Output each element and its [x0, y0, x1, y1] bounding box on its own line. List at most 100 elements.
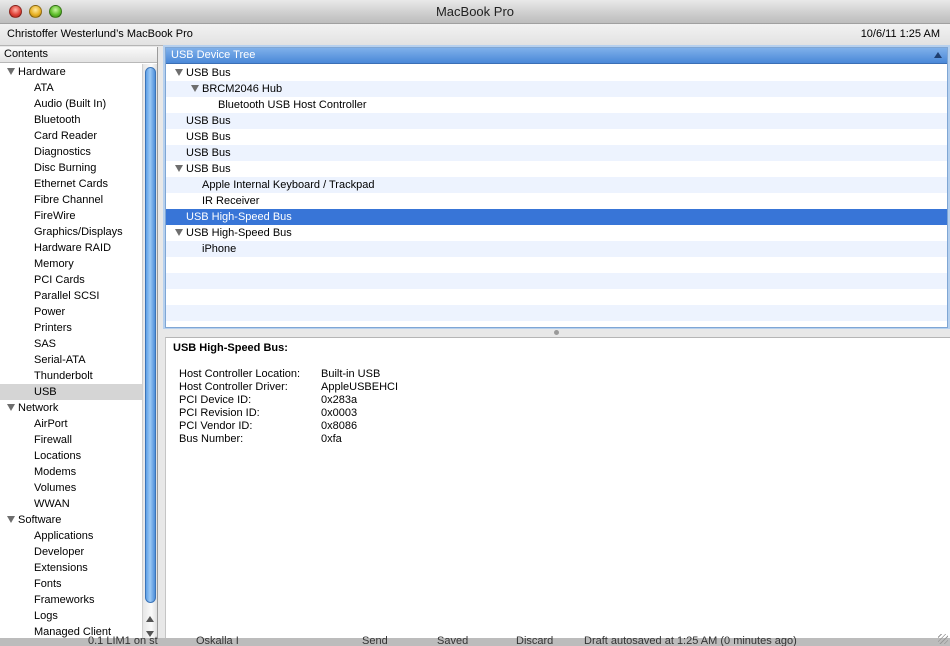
- sidebar-item[interactable]: USB: [0, 384, 142, 400]
- sidebar-category[interactable]: Network: [0, 400, 142, 416]
- tree-row-label: BRCM2046 Hub: [202, 83, 283, 95]
- sidebar-item[interactable]: Logs: [0, 608, 142, 624]
- window-title: MacBook Pro: [435, 4, 515, 19]
- tree-row[interactable]: Bluetooth USB Host Controller: [166, 97, 947, 113]
- sidebar-item[interactable]: Ethernet Cards: [0, 176, 142, 192]
- sidebar-item-label: Firewall: [34, 434, 72, 446]
- tree-row[interactable]: USB Bus: [166, 113, 947, 129]
- tree-row[interactable]: USB Bus: [166, 129, 947, 145]
- detail-property: Host Controller Location: Built-in USB: [179, 368, 380, 380]
- splitter-handle-icon[interactable]: [554, 330, 559, 335]
- tree-row-label: Bluetooth USB Host Controller: [218, 99, 367, 111]
- sidebar-category[interactable]: Software: [0, 512, 142, 528]
- sidebar-item[interactable]: Bluetooth: [0, 112, 142, 128]
- disclosure-triangle-icon[interactable]: [175, 165, 183, 172]
- sidebar-item-label: Memory: [34, 258, 74, 270]
- sidebar-item-label: Card Reader: [34, 130, 97, 142]
- contents-list: Hardware ATA Audio (Built In) Bluetooth Card…: [0, 64, 142, 640]
- sidebar-item[interactable]: Hardware RAID: [0, 240, 142, 256]
- contents-header[interactable]: Contents: [0, 47, 157, 63]
- tree-row-label: USB Bus: [186, 147, 231, 159]
- sidebar-item[interactable]: Fonts: [0, 576, 142, 592]
- sidebar-item[interactable]: Memory: [0, 256, 142, 272]
- sidebar-item[interactable]: Parallel SCSI: [0, 288, 142, 304]
- sidebar-item[interactable]: Extensions: [0, 560, 142, 576]
- sidebar-item[interactable]: PCI Cards: [0, 272, 142, 288]
- detail-pane: USB High-Speed Bus: Host Controller Loca…: [165, 337, 950, 646]
- sidebar-item[interactable]: SAS: [0, 336, 142, 352]
- property-value: 0x0003: [321, 407, 358, 419]
- tree-row-empty: [166, 289, 947, 305]
- sidebar-item[interactable]: ATA: [0, 80, 142, 96]
- sidebar-item[interactable]: WWAN: [0, 496, 142, 512]
- sidebar-item[interactable]: Printers: [0, 320, 142, 336]
- sidebar-item-label: Power: [34, 306, 66, 318]
- tree-row[interactable]: Apple Internal Keyboard / Trackpad: [166, 177, 947, 193]
- sidebar-item-label: Developer: [34, 546, 85, 558]
- sidebar-item[interactable]: Thunderbolt: [0, 368, 142, 384]
- background-send-button: Send: [362, 635, 388, 646]
- sidebar-item[interactable]: Power: [0, 304, 142, 320]
- tree-column-header[interactable]: USB Device Tree: [166, 48, 947, 64]
- disclosure-triangle-icon[interactable]: [175, 229, 183, 236]
- sidebar-item-label: Hardware: [18, 66, 66, 78]
- sidebar-item-label: Audio (Built In): [34, 98, 107, 110]
- sidebar-item[interactable]: Serial-ATA: [0, 352, 142, 368]
- sidebar-item-label: PCI Cards: [34, 274, 85, 286]
- sidebar-item[interactable]: Locations: [0, 448, 142, 464]
- scroll-up-arrow-icon[interactable]: [146, 616, 154, 622]
- sidebar-item-label: Applications: [34, 530, 94, 542]
- detail-property: Host Controller Driver: AppleUSBEHCI: [179, 381, 398, 393]
- sidebar-scroll-thumb[interactable]: [145, 67, 156, 603]
- sidebar-scrollbar[interactable]: [142, 64, 157, 646]
- info-header: Christoffer Westerlund’s MacBook Pro 10/…: [0, 24, 950, 46]
- title-bar[interactable]: MacBook Pro: [0, 0, 950, 24]
- disclosure-triangle-icon[interactable]: [7, 516, 15, 523]
- tree-row[interactable]: USB High-Speed Bus: [166, 209, 947, 225]
- sidebar-item[interactable]: Applications: [0, 528, 142, 544]
- sidebar-item[interactable]: Card Reader: [0, 128, 142, 144]
- sidebar-item[interactable]: Developer: [0, 544, 142, 560]
- tree-row[interactable]: USB Bus: [166, 65, 947, 81]
- tree-row[interactable]: iPhone: [166, 241, 947, 257]
- sidebar-item[interactable]: Firewall: [0, 432, 142, 448]
- sidebar-category[interactable]: Hardware: [0, 64, 142, 80]
- sidebar-item[interactable]: Graphics/Displays: [0, 224, 142, 240]
- tree-row-label: USB Bus: [186, 163, 231, 175]
- sidebar-item[interactable]: Disc Burning: [0, 160, 142, 176]
- tree-row[interactable]: USB High-Speed Bus: [166, 225, 947, 241]
- property-key: PCI Vendor ID:: [179, 420, 253, 432]
- sidebar-item[interactable]: Frameworks: [0, 592, 142, 608]
- property-key: PCI Revision ID:: [179, 407, 260, 419]
- disclosure-triangle-icon[interactable]: [175, 69, 183, 76]
- sidebar-item-label: Thunderbolt: [34, 370, 93, 382]
- tree-row[interactable]: IR Receiver: [166, 193, 947, 209]
- disclosure-triangle-icon[interactable]: [7, 404, 15, 411]
- sidebar-item-label: Hardware RAID: [34, 242, 112, 254]
- sidebar-item-label: FireWire: [34, 210, 76, 222]
- sidebar-item-label: USB: [34, 386, 57, 398]
- disclosure-triangle-icon[interactable]: [191, 85, 199, 92]
- detail-property: Bus Number: 0xfa: [179, 433, 342, 445]
- pane-splitter[interactable]: [160, 329, 950, 337]
- sidebar-item[interactable]: Fibre Channel: [0, 192, 142, 208]
- tree-row-label: iPhone: [202, 243, 237, 255]
- resize-grip-icon[interactable]: [938, 634, 948, 644]
- sidebar-item[interactable]: AirPort: [0, 416, 142, 432]
- tree-row[interactable]: BRCM2046 Hub: [166, 81, 947, 97]
- tree-row[interactable]: USB Bus: [166, 161, 947, 177]
- sort-ascending-icon: [934, 52, 942, 58]
- tree-row-label: USB High-Speed Bus: [186, 211, 292, 223]
- sidebar-item[interactable]: Audio (Built In): [0, 96, 142, 112]
- property-key: PCI Device ID:: [179, 394, 252, 406]
- sidebar-item[interactable]: Diagnostics: [0, 144, 142, 160]
- sidebar-item[interactable]: FireWire: [0, 208, 142, 224]
- sidebar-item[interactable]: Volumes: [0, 480, 142, 496]
- sidebar-item[interactable]: Modems: [0, 464, 142, 480]
- disclosure-triangle-icon[interactable]: [7, 68, 15, 75]
- tree-row-label: IR Receiver: [202, 195, 260, 207]
- usb-device-tree: USB Device Tree USB Bus BRCM2046 Hub Bluet…: [165, 47, 948, 328]
- contents-sidebar: Contents Hardware ATA Audio (Built In) Blue…: [0, 47, 158, 646]
- property-value: 0x8086: [321, 420, 358, 432]
- tree-row[interactable]: USB Bus: [166, 145, 947, 161]
